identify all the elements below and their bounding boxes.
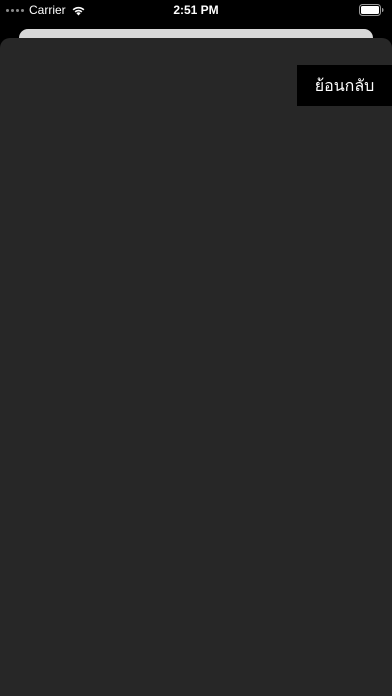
status-bar: Carrier 2:51 PM xyxy=(0,0,392,20)
modal-sheet xyxy=(0,38,392,696)
app-screen: Carrier 2:51 PM ย้อนกลับ xyxy=(0,0,392,696)
back-button[interactable]: ย้อนกลับ xyxy=(297,65,392,106)
battery-icon xyxy=(359,4,384,16)
status-time: 2:51 PM xyxy=(173,3,219,17)
